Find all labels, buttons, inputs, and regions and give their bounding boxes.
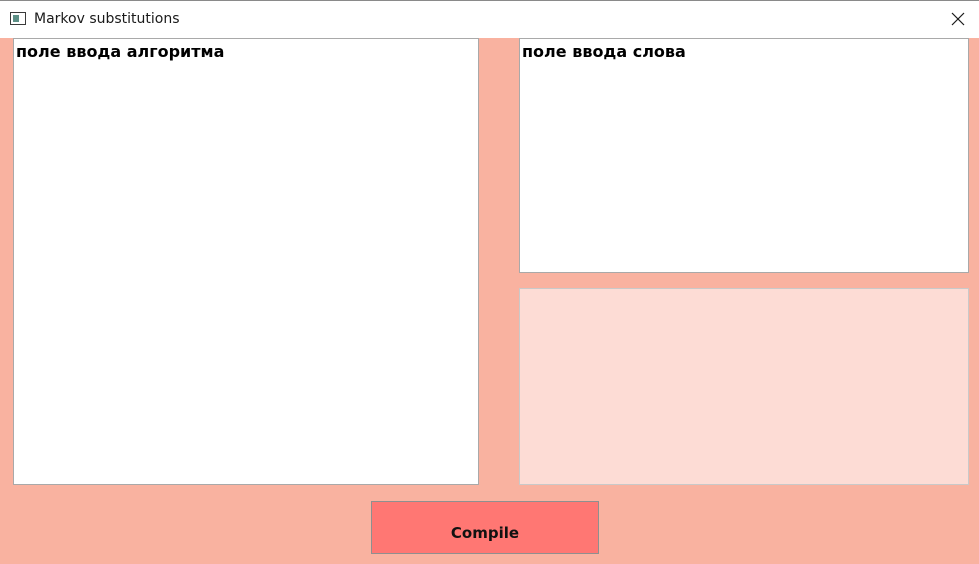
compile-button-label: Compile (450, 524, 520, 542)
close-icon (951, 12, 965, 26)
close-button[interactable] (936, 1, 979, 38)
algorithm-input[interactable]: поле ввода алгоритма (13, 38, 479, 485)
word-input[interactable]: поле ввода слова (519, 38, 969, 273)
word-input-text: поле ввода слова (522, 42, 686, 61)
title-bar: Markov substitutions (0, 0, 979, 38)
window-icon (10, 12, 26, 25)
output-field[interactable] (519, 288, 969, 485)
compile-button[interactable]: Compile (371, 501, 599, 554)
window-title: Markov substitutions (34, 11, 180, 27)
algorithm-input-text: поле ввода алгоритма (16, 42, 225, 61)
